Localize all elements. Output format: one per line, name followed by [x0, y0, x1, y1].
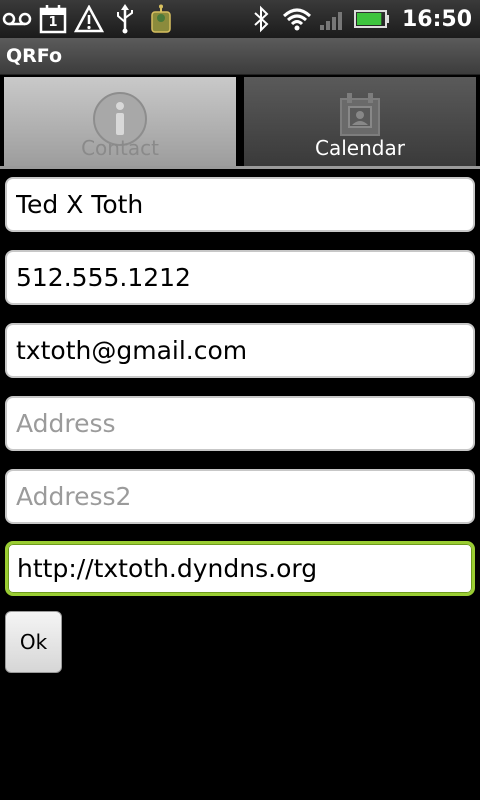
- battery-icon: [353, 4, 390, 34]
- tab-contact-label: Contact: [81, 136, 159, 160]
- usb-icon: [110, 4, 140, 34]
- voicemail-icon: [2, 4, 32, 34]
- android-icon: [146, 4, 176, 34]
- tab-underline: [0, 166, 480, 169]
- wifi-icon: [282, 4, 312, 34]
- tab-calendar-label: Calendar: [315, 136, 405, 160]
- url-field[interactable]: [5, 541, 475, 596]
- calendar-icon: [337, 91, 383, 141]
- tab-bar: Contact Calendar: [0, 75, 480, 169]
- clock: 16:50: [401, 6, 472, 32]
- phone-field[interactable]: [5, 250, 475, 305]
- app-title: QRFo: [6, 45, 63, 67]
- bluetooth-icon: [246, 4, 276, 34]
- tab-contact[interactable]: Contact: [4, 77, 236, 166]
- tab-calendar[interactable]: Calendar: [244, 77, 476, 166]
- address-field[interactable]: [5, 396, 475, 451]
- name-field[interactable]: [5, 177, 475, 232]
- warning-icon: [74, 4, 104, 34]
- status-bar: 1 16:50: [0, 0, 480, 38]
- calendar-day: 1: [48, 15, 58, 30]
- status-bar-notifications: 1: [2, 0, 182, 38]
- title-bar: QRFo: [0, 38, 480, 75]
- calendar-icon: 1: [38, 4, 68, 34]
- ok-button[interactable]: Ok: [5, 611, 62, 673]
- status-bar-system: 16:50: [246, 0, 472, 38]
- address2-field[interactable]: [5, 469, 475, 524]
- signal-icon: [318, 4, 348, 34]
- email-field[interactable]: [5, 323, 475, 378]
